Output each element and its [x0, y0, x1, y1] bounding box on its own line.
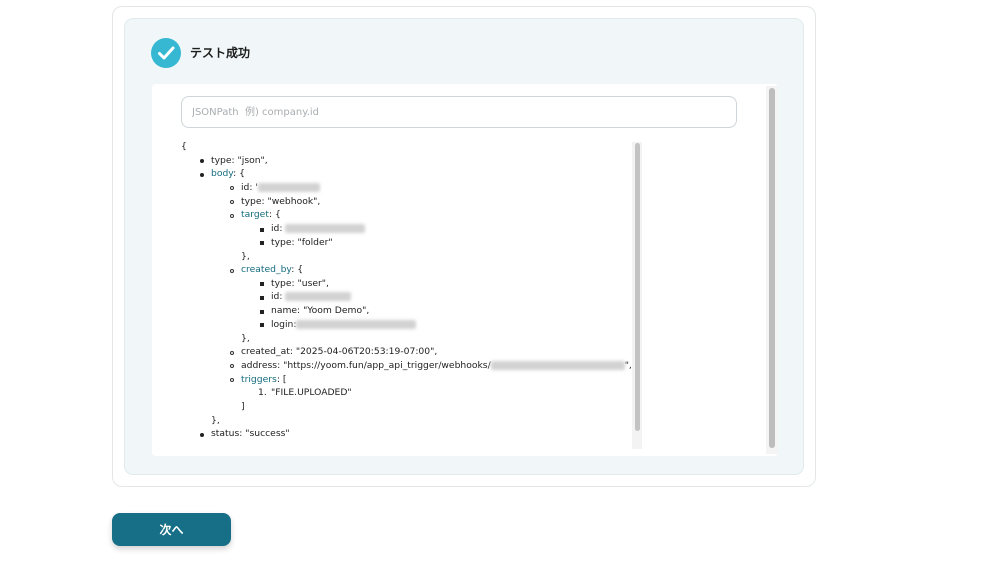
- redacted-value: [490, 361, 625, 370]
- bullet-icon: [260, 310, 264, 314]
- json-address-prefix: address: "https://yoom.fun/app_api_trigg…: [241, 360, 491, 371]
- json-cb-login-label: login:: [271, 319, 297, 330]
- json-address: address: "https://yoom.fun/app_api_trigg…: [241, 359, 632, 373]
- json-body-close: },: [211, 415, 220, 426]
- bullet-icon: [260, 282, 264, 286]
- json-body-type: type: "webhook",: [241, 196, 321, 207]
- bullet-icon: [230, 200, 234, 204]
- json-scrollbar-thumb[interactable]: [635, 143, 640, 431]
- json-cb-id: id:: [271, 290, 352, 304]
- bullet-icon: [230, 364, 234, 368]
- json-trigger-item: "FILE.UPLOADED": [271, 387, 352, 398]
- redacted-value: [285, 292, 352, 301]
- json-created-by-line: created_by: {: [241, 263, 303, 277]
- json-triggers-close: ]: [241, 401, 245, 412]
- json-trigger-item-number: 1.: [258, 387, 267, 398]
- json-body-line: body: {: [211, 167, 245, 181]
- json-key-body[interactable]: body: [211, 168, 233, 179]
- json-key-target[interactable]: target: [241, 209, 269, 220]
- json-target-id: id:: [271, 222, 366, 236]
- jsonpath-search-input[interactable]: [181, 96, 737, 128]
- json-created-by-close: },: [241, 333, 250, 344]
- bullet-icon: [200, 159, 204, 163]
- json-triggers-open: : [: [276, 374, 287, 385]
- redacted-value: [296, 320, 417, 329]
- json-body-open: : {: [233, 168, 245, 179]
- json-target-id-label: id:: [271, 223, 283, 234]
- bullet-icon: [230, 378, 234, 382]
- json-cb-name: name: "Yoom Demo",: [271, 305, 370, 316]
- redacted-value: [285, 224, 366, 233]
- json-target-line: target: {: [241, 208, 281, 222]
- json-open-brace: {: [181, 141, 187, 152]
- bullet-icon: [230, 186, 234, 190]
- json-type: type: "json",: [211, 155, 268, 166]
- bullet-icon: [200, 433, 204, 437]
- check-circle-icon: [151, 38, 181, 68]
- json-cb-login: login:: [271, 318, 417, 332]
- json-id-label: id: ': [241, 182, 258, 193]
- test-success-title: テスト成功: [190, 46, 251, 60]
- json-target-close: },: [241, 251, 250, 262]
- bullet-icon: [260, 296, 264, 300]
- json-triggers-line: triggers: [: [241, 373, 286, 387]
- json-cb-id-label: id:: [271, 291, 283, 302]
- bullet-icon: [260, 323, 264, 327]
- bullet-icon: [230, 269, 234, 273]
- bullet-icon: [260, 228, 264, 232]
- json-cb-type: type: "user",: [271, 278, 329, 289]
- bullet-icon: [200, 173, 204, 177]
- json-status: status: "success": [211, 428, 290, 439]
- bullet-icon: [260, 241, 264, 245]
- json-created-at: created_at: "2025-04-06T20:53:19-07:00",: [241, 346, 438, 357]
- json-target-open: : {: [268, 209, 281, 220]
- bullet-icon: [230, 214, 234, 218]
- bullet-icon: [230, 351, 234, 355]
- json-body-id: id: ': [241, 181, 320, 195]
- json-key-triggers[interactable]: triggers: [241, 374, 277, 385]
- json-key-created-by[interactable]: created_by: [241, 264, 291, 275]
- json-target-type: type: "folder": [271, 237, 333, 248]
- panel-scrollbar-thumb[interactable]: [769, 88, 775, 448]
- json-tree[interactable]: { type: "json", body: { id: ' type: "web…: [176, 140, 636, 445]
- next-button[interactable]: 次へ: [112, 513, 231, 546]
- json-address-suffix: ",: [624, 360, 632, 371]
- redacted-value: [257, 183, 320, 192]
- json-created-by-open: : {: [291, 264, 304, 275]
